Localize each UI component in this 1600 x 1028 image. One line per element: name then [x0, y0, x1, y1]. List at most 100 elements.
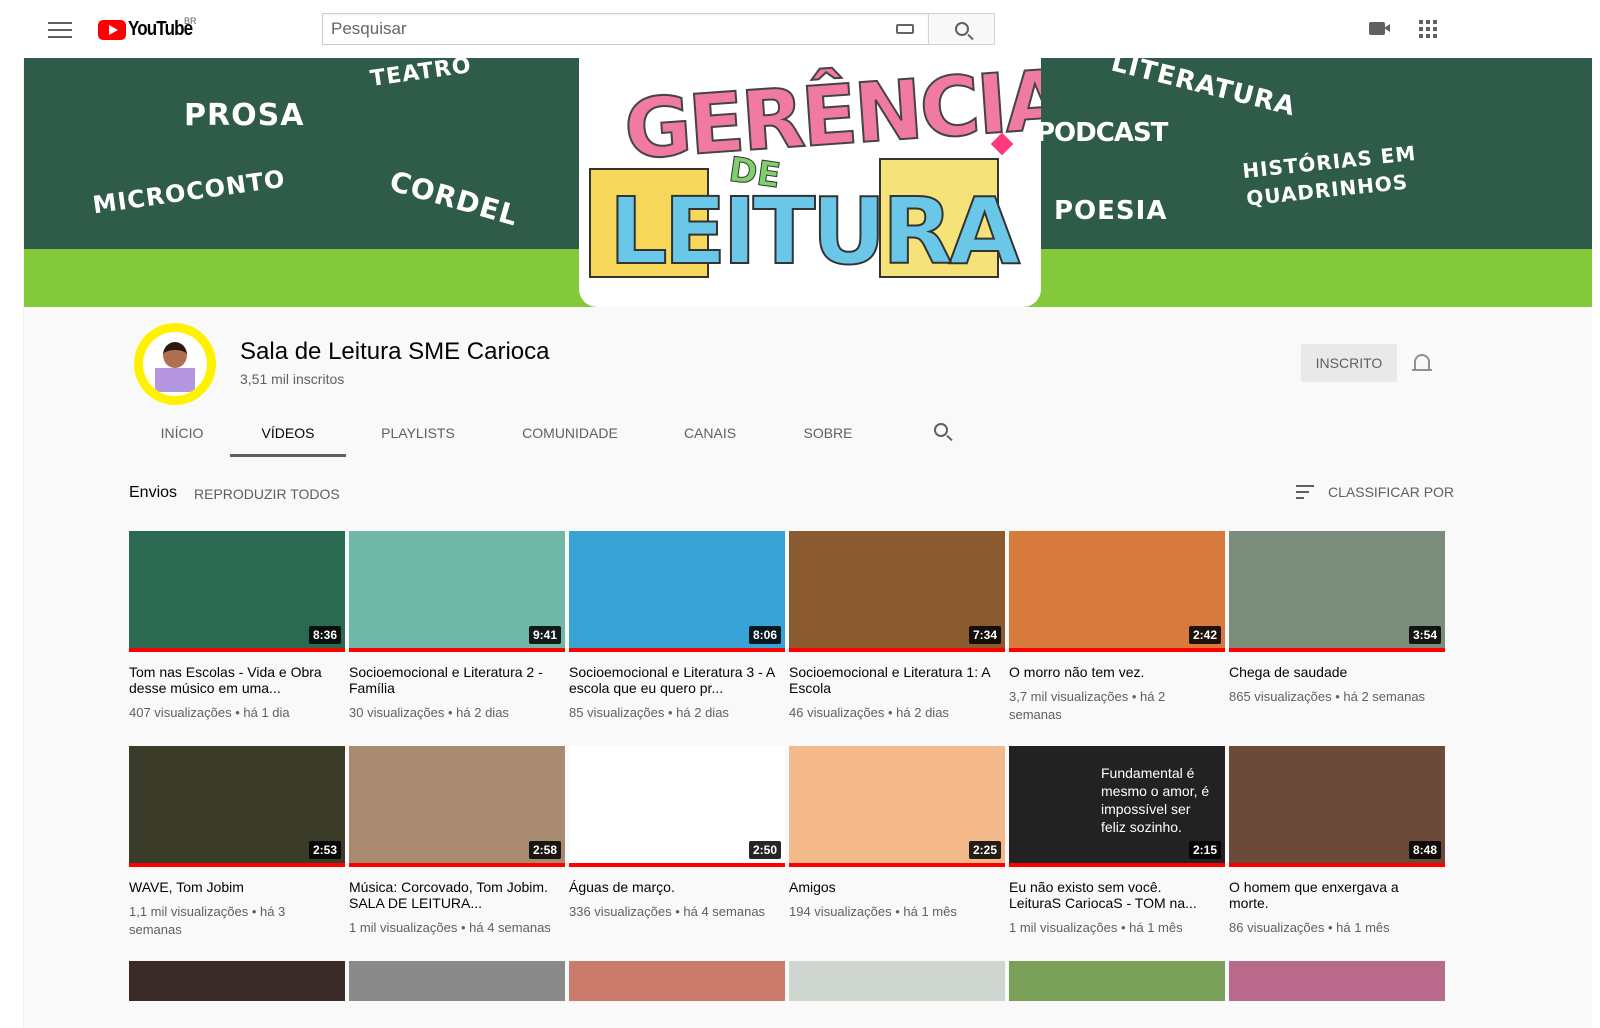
video-meta: 865 visualizações • há 2 semanas — [1229, 689, 1426, 704]
video-thumbnail[interactable] — [1009, 961, 1225, 1001]
video-thumbnail[interactable]: 3:54 — [1229, 531, 1445, 652]
video-title[interactable]: Socioemocional e Literatura 1: A Escola — [789, 664, 1005, 696]
video-title[interactable]: Música: Corcovado, Tom Jobim. SALA DE LE… — [349, 879, 565, 911]
video-title[interactable]: O homem que enxergava a morte. — [1229, 879, 1445, 911]
video-thumbnail[interactable]: 2:25 — [789, 746, 1005, 867]
art-title-leitura: LEITURA — [608, 177, 1021, 286]
tab-comunidade[interactable]: COMUNIDADE — [490, 415, 650, 457]
search-input[interactable]: Pesquisar — [322, 13, 928, 45]
banner-word-literatura: LITERATURA — [1108, 58, 1299, 123]
video-title[interactable]: Amigos — [789, 879, 1005, 895]
video-meta: 85 visualizações • há 2 dias — [569, 705, 729, 720]
video-card[interactable]: 8:36 Tom nas Escolas - Vida e Obra desse … — [129, 531, 345, 746]
video-thumbnail[interactable]: 2:42 — [1009, 531, 1225, 652]
video-card[interactable]: Fundamental é mesmo o amor, é impossível… — [1009, 746, 1225, 961]
video-card[interactable]: 2:50 Águas de março. 336 visualizações • h… — [569, 746, 785, 961]
video-card[interactable]: 7:34 Socioemocional e Literatura 1: A Esc… — [789, 531, 1005, 746]
video-duration: 3:54 — [1408, 626, 1441, 644]
video-thumbnail[interactable] — [129, 961, 345, 1001]
video-card[interactable]: 9:41 Socioemocional e Literatura 2 - Famí… — [349, 531, 565, 746]
video-card[interactable] — [789, 961, 1005, 1001]
videos-section: Envios REPRODUZIR TODOS CLASSIFICAR POR … — [24, 457, 1592, 1028]
avatar-face — [163, 342, 187, 368]
create-video-icon[interactable] — [1369, 22, 1390, 35]
video-card[interactable] — [569, 961, 785, 1001]
video-card[interactable] — [349, 961, 565, 1001]
avatar-book — [155, 368, 195, 392]
tab-videos[interactable]: VÍDEOS — [230, 415, 346, 457]
video-meta: 3,7 mil visualizações • há 2 semanas — [1009, 689, 1166, 722]
video-card[interactable] — [1009, 961, 1225, 1001]
video-thumbnail[interactable]: 2:50 — [569, 746, 785, 867]
masthead: YouTube BR Pesquisar — [0, 0, 1600, 58]
notification-bell-icon[interactable] — [1412, 354, 1432, 371]
video-card[interactable]: 2:58 Música: Corcovado, Tom Jobim. SALA D… — [349, 746, 565, 961]
left-rail — [0, 58, 24, 1028]
banner-word-poesia: POESIA — [1054, 196, 1168, 226]
video-card[interactable]: 8:48 O homem que enxergava a morte. 86 vis… — [1229, 746, 1445, 961]
subscriber-count: 3,51 mil inscritos — [240, 371, 345, 387]
subscribed-button[interactable]: INSCRITO — [1301, 344, 1397, 382]
tab-sobre[interactable]: SOBRE — [770, 415, 886, 457]
video-thumbnail[interactable]: 2:53 — [129, 746, 345, 867]
search-placeholder: Pesquisar — [331, 19, 407, 38]
menu-icon[interactable] — [48, 19, 72, 39]
youtube-logo[interactable]: YouTube BR — [98, 16, 204, 41]
video-card[interactable] — [1229, 961, 1445, 1001]
video-thumbnail[interactable]: 8:06 — [569, 531, 785, 652]
sort-button[interactable]: CLASSIFICAR POR — [1296, 484, 1454, 500]
video-meta: 1 mil visualizações • há 1 mês — [1009, 920, 1183, 935]
search-button[interactable] — [928, 13, 995, 45]
video-thumbnail[interactable] — [789, 961, 1005, 1001]
video-card[interactable]: 8:06 Socioemocional e Literatura 3 - A es… — [569, 531, 785, 746]
youtube-play-icon — [98, 19, 126, 40]
avatar-image — [143, 332, 207, 396]
video-thumbnail[interactable]: 8:48 — [1229, 746, 1445, 867]
banner-word-prosa: PROSA — [184, 98, 305, 133]
video-duration: 7:34 — [968, 626, 1001, 644]
section-title: Envios — [129, 484, 178, 501]
video-card[interactable]: 2:42 O morro não tem vez. 3,7 mil visualiz… — [1009, 531, 1225, 746]
video-duration: 2:53 — [308, 841, 341, 859]
video-title[interactable]: Socioemocional e Literatura 3 - A escola… — [569, 664, 785, 696]
video-title[interactable]: Águas de março. — [569, 879, 785, 895]
video-thumbnail[interactable] — [1229, 961, 1445, 1001]
apps-icon[interactable] — [1419, 20, 1437, 38]
channel-name: Sala de Leitura SME Carioca — [240, 338, 550, 365]
video-title[interactable]: O morro não tem vez. — [1009, 664, 1225, 680]
video-title[interactable]: WAVE, Tom Jobim — [129, 879, 345, 895]
sort-label: CLASSIFICAR POR — [1328, 484, 1455, 500]
video-duration: 2:50 — [748, 841, 781, 859]
tab-inicio[interactable]: INÍCIO — [134, 415, 230, 457]
video-thumbnail[interactable] — [349, 961, 565, 1001]
play-all-button[interactable]: REPRODUZIR TODOS — [194, 486, 340, 502]
video-duration: 2:42 — [1188, 626, 1221, 644]
video-card[interactable]: 3:54 Chega de saudade 865 visualizações • … — [1229, 531, 1445, 746]
channel-avatar[interactable] — [134, 323, 216, 405]
video-title[interactable]: Socioemocional e Literatura 2 - Família — [349, 664, 565, 696]
video-title[interactable]: Eu não existo sem você. LeituraS Carioca… — [1009, 879, 1225, 911]
tab-playlists[interactable]: PLAYLISTS — [346, 415, 490, 457]
video-duration: 8:36 — [308, 626, 341, 644]
video-meta: 86 visualizações • há 1 mês — [1229, 920, 1390, 935]
video-thumbnail[interactable]: 9:41 — [349, 531, 565, 652]
video-thumbnail[interactable]: Fundamental é mesmo o amor, é impossível… — [1009, 746, 1225, 867]
tab-canais[interactable]: CANAIS — [650, 415, 770, 457]
video-duration: 2:58 — [528, 841, 561, 859]
video-card[interactable]: 2:25 Amigos 194 visualizações • há 1 mês — [789, 746, 1005, 961]
video-thumbnail[interactable]: 2:58 — [349, 746, 565, 867]
keyboard-icon[interactable] — [896, 24, 914, 34]
video-duration: 9:41 — [528, 626, 561, 644]
video-duration: 8:48 — [1408, 841, 1441, 859]
channel-tabs: INÍCIO VÍDEOS PLAYLISTS COMUNIDADE CANAI… — [134, 415, 886, 457]
video-thumbnail[interactable]: 7:34 — [789, 531, 1005, 652]
logo-text: YouTube — [128, 18, 193, 40]
video-title[interactable]: Chega de saudade — [1229, 664, 1445, 680]
channel-header: Sala de Leitura SME Carioca 3,51 mil ins… — [24, 307, 1592, 457]
channel-search-icon[interactable] — [934, 423, 948, 437]
video-thumbnail[interactable] — [569, 961, 785, 1001]
video-card[interactable]: 2:53 WAVE, Tom Jobim 1,1 mil visualizações… — [129, 746, 345, 961]
video-card[interactable] — [129, 961, 345, 1001]
video-title[interactable]: Tom nas Escolas - Vida e Obra desse músi… — [129, 664, 345, 696]
video-thumbnail[interactable]: 8:36 — [129, 531, 345, 652]
